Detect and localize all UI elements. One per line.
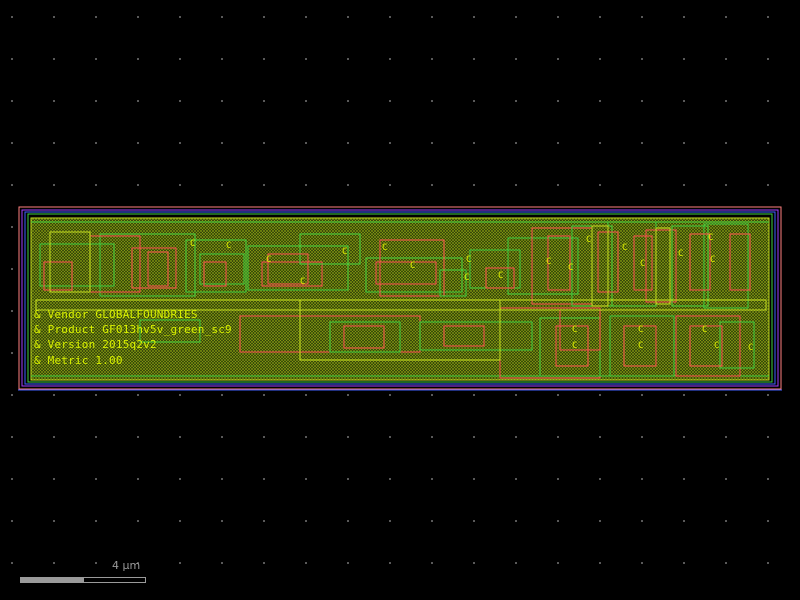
pin-letter: C (638, 341, 643, 351)
pin-letter: C (678, 249, 683, 259)
pin-letter: C (190, 239, 195, 249)
pin-letter: C (568, 263, 573, 273)
scale-bar (20, 577, 146, 583)
pin-letter: C (708, 233, 713, 243)
pin-letter: C (572, 325, 577, 335)
pin-letter: C (546, 257, 551, 267)
scale-bar-fill (21, 578, 84, 582)
pin-letter: C (466, 255, 471, 265)
pin-letter: C (266, 255, 271, 265)
pin-letter: C (710, 255, 715, 265)
version-label: & Version 2015q2v2 (34, 338, 157, 351)
cell-layout-drawing: C CCCC CCCC CCCCCCCCCCCCCCC C (18, 206, 782, 391)
pin-letter: C (300, 277, 305, 287)
product-label: & Product GF013hv5v_green_sc9 (34, 323, 232, 336)
pin-letter: C (714, 341, 719, 351)
pin-letter: C (748, 343, 753, 353)
pin-letter: C (622, 243, 627, 253)
pin-letter: C (498, 271, 503, 281)
pin-letter: C (342, 247, 347, 257)
pin-letter: C (226, 241, 231, 251)
metric-label: & Metric 1.00 (34, 354, 123, 367)
scale-bar-label: 4 µm (112, 559, 141, 572)
pin-letter: C (382, 243, 387, 253)
pin-letter: C (586, 235, 591, 245)
metal-fill-region (30, 217, 770, 381)
pin-letter: C (638, 325, 643, 335)
pin-letter: C (640, 259, 645, 269)
pin-letter: C (702, 325, 707, 335)
layout-canvas[interactable]: CCCCCCCCCCCCCCCCCCCCCCCCC & Vendor GLOBA… (0, 0, 800, 600)
pin-letter: C (572, 341, 577, 351)
vendor-label: & Vendor GLOBALFOUNDRIES (34, 308, 198, 321)
pin-letter: C (464, 273, 469, 283)
pin-letter: C (410, 261, 415, 271)
